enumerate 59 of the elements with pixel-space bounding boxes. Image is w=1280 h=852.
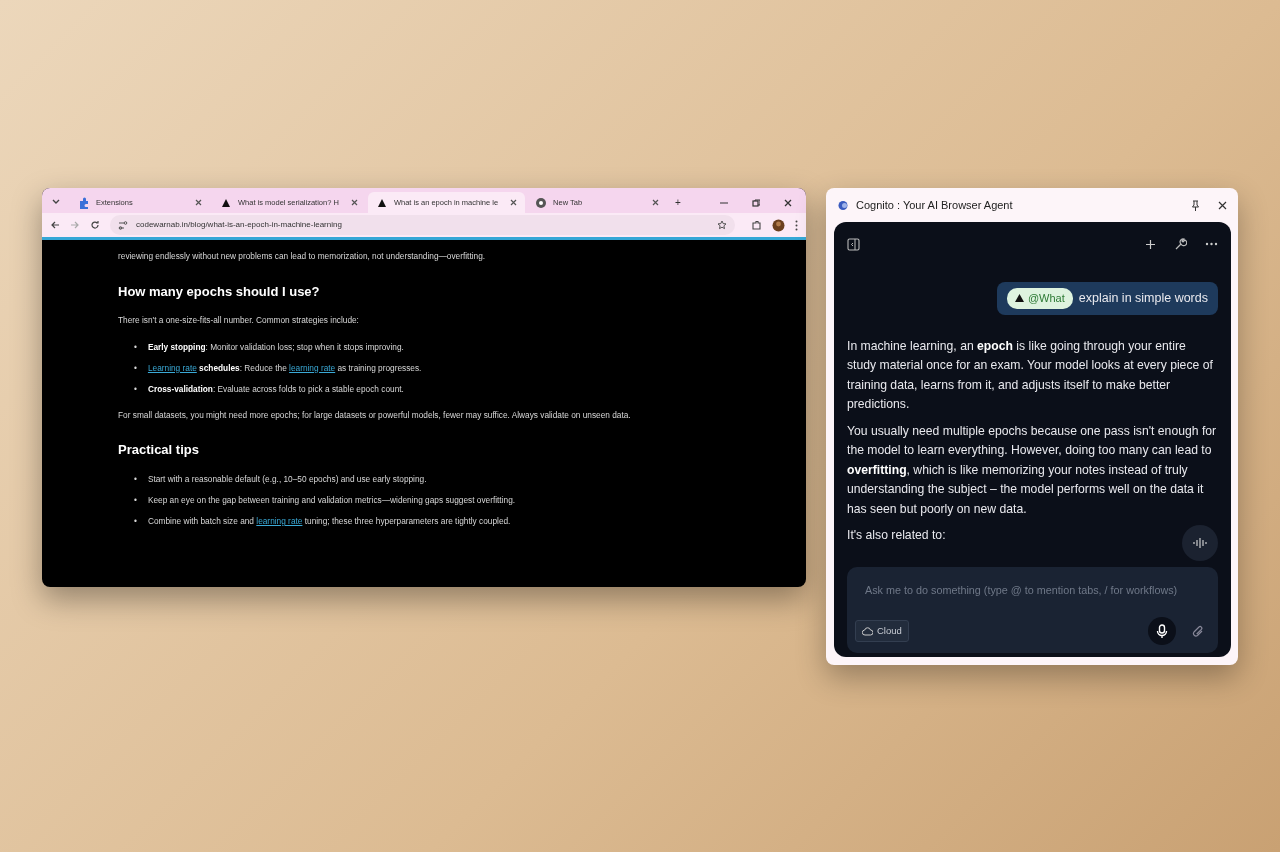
sidebar-toggle-icon[interactable] [847, 237, 860, 251]
section-heading: Practical tips [118, 442, 200, 459]
reply-paragraph: In machine learning, an epoch is like going through your entire study material once for an exam. Your model looks at every piece of training data, learns from it, and adjusts itself to make better predictions. [847, 337, 1214, 413]
extensions-icon[interactable] [751, 219, 762, 231]
paperclip-icon[interactable] [1192, 624, 1204, 638]
message-text: explain in simple words [1078, 289, 1208, 307]
bullet: • [134, 516, 137, 528]
puzzle-icon [78, 196, 90, 209]
window-title: Cognito : Your AI Browser Agent [856, 197, 1014, 213]
restore-icon[interactable] [752, 198, 760, 207]
link[interactable]: learning rate [256, 516, 303, 527]
more-icon[interactable] [1205, 242, 1218, 246]
star-icon[interactable] [717, 220, 727, 230]
close-icon[interactable] [1218, 200, 1227, 210]
list-item: Start with a reasonable default (e.g., 10–50 epochs) and use early stopping. [147, 474, 427, 486]
bullet: • [134, 383, 137, 395]
bullet: • [134, 474, 137, 486]
bullet: • [134, 341, 137, 353]
voice-mode-button[interactable] [1182, 525, 1218, 561]
paragraph: For small datasets, you might need more epochs; for large datasets or powerful models, fewer may suffice. Always validate on unseen data. [118, 410, 632, 421]
pin-icon[interactable] [1191, 199, 1200, 211]
cloud-button[interactable]: Cloud [855, 619, 909, 643]
section-heading: How many epochs should I use? [118, 283, 321, 300]
address-bar[interactable]: codewarnab.in/blog/what-is-an-epoch-in-machine-learning [110, 215, 735, 235]
tab-mention-chip[interactable]: @What [1006, 288, 1073, 309]
close-icon[interactable] [350, 199, 358, 206]
back-icon[interactable] [50, 220, 60, 230]
bullet: • [134, 495, 137, 507]
list-item: Keep an eye on the gap between training and validation metrics—widening gaps suggest overfitting. [147, 495, 516, 507]
tab-list-icon[interactable] [52, 199, 60, 205]
link[interactable]: Learning rate [147, 362, 197, 373]
wrench-icon[interactable] [1174, 237, 1187, 251]
reload-icon[interactable] [90, 220, 100, 230]
bullet: • [134, 362, 137, 374]
list-item: Early stopping: Monitor validation loss; stop when it stops improving. [147, 341, 404, 353]
new-tab-button[interactable]: + [669, 192, 687, 213]
microphone-button[interactable] [1148, 617, 1176, 645]
triangle-icon [1014, 294, 1024, 303]
close-icon[interactable] [652, 199, 660, 206]
close-icon[interactable] [784, 198, 792, 207]
avatar-icon[interactable] [772, 218, 785, 232]
close-icon[interactable] [195, 199, 202, 206]
paragraph: There isn't a one-size-fits-all number. Common strategies include: [118, 315, 360, 326]
close-icon[interactable] [510, 199, 518, 206]
microphone-icon [1156, 623, 1168, 639]
app-logo-icon [838, 199, 848, 211]
plus-icon[interactable] [1145, 238, 1156, 250]
list-item: Combine with batch size and learning rate tuning; these three hyperparameters are tightly coupled. [147, 516, 511, 528]
globe-icon [535, 196, 548, 209]
cloud-icon [862, 626, 873, 636]
more-icon[interactable] [795, 219, 798, 231]
paragraph: reviewing endlessly without new problems can lead to memorization, not understanding—overfitting. [118, 252, 487, 262]
reply-paragraph: You usually need multiple epochs because one pass isn't enough for the model to learn everything. However, doing too many can lead to overfitting, which is like memorizing your notes instead of truly understanding the subject – the model performs well on the data it has seen but poorly on new data. [847, 422, 1218, 518]
link[interactable]: learning rate [289, 362, 336, 373]
site-settings-icon [118, 220, 128, 230]
list-item: Cross-validation: Evaluate across folds to pick a stable epoch count. [147, 383, 404, 395]
waveform-icon [1193, 537, 1207, 549]
list-item: Learning rate schedules: Reduce the learning rate as training progresses. [147, 362, 422, 374]
reply-paragraph: It's also related to: [847, 527, 946, 544]
